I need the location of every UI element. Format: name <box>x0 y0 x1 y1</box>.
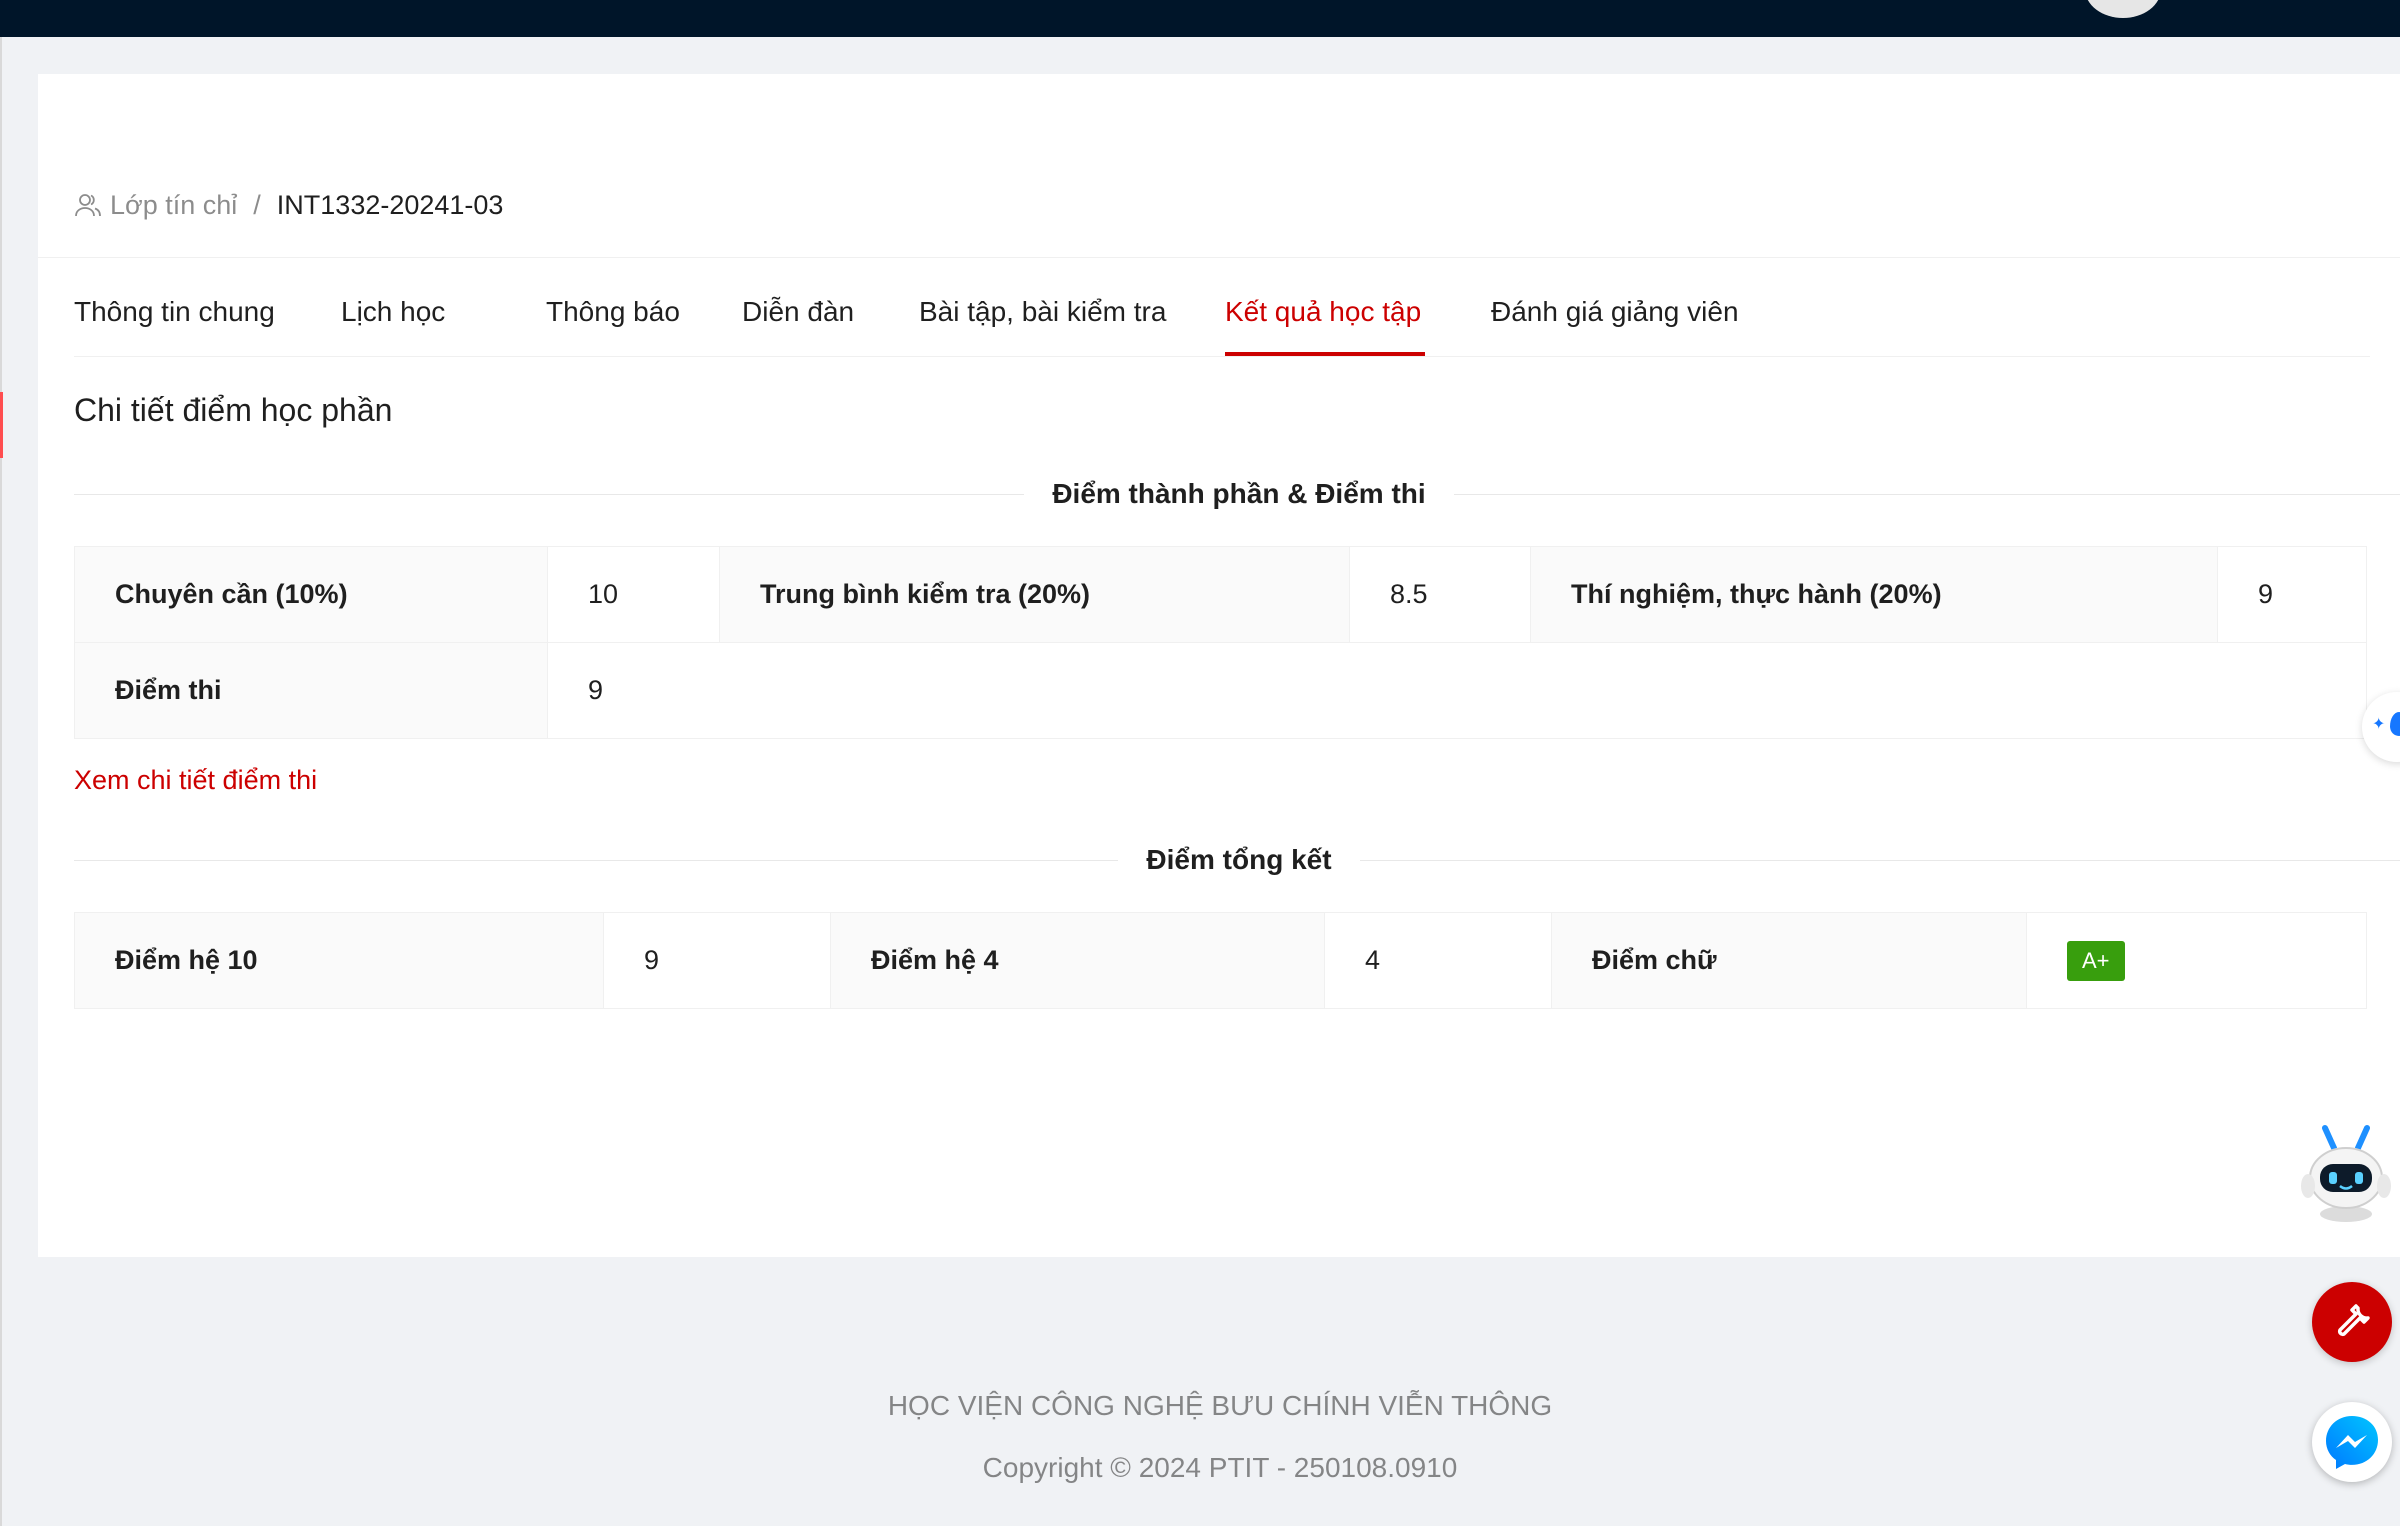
tab-forum[interactable]: Diễn đàn <box>742 258 854 356</box>
tab-announcements[interactable]: Thông báo <box>546 258 680 356</box>
sidebar-edge <box>0 37 2 1526</box>
tab-teacher-evaluation[interactable]: Đánh giá giảng viên <box>1491 258 1739 356</box>
footer-copyright: Copyright © 2024 PTIT - 250108.0910 <box>982 1452 1458 1483</box>
tab-bar: Thông tin chung Lịch học Thông báo Diễn … <box>74 258 2370 357</box>
tab-general-info[interactable]: Thông tin chung <box>74 258 275 356</box>
exam-detail-link[interactable]: Xem chi tiết điểm thi <box>74 765 317 796</box>
footer-org: HỌC VIỆN CÔNG NGHỆ BƯU CHÍNH VIỄN THÔNG <box>887 1390 1553 1421</box>
user-group-icon <box>74 191 102 219</box>
final-scores-heading: Điểm tổng kết <box>1118 844 1360 875</box>
table-row: Chuyên cần (10%) 10 Trung bình kiểm tra … <box>74 546 2367 643</box>
grade-badge: A+ <box>2067 940 2125 981</box>
table-row: Điểm thi 9 <box>74 642 2367 739</box>
component-scores-divider: Điểm thành phần & Điểm thi <box>74 474 2400 514</box>
wrench-icon[interactable] <box>2312 1282 2392 1362</box>
exam-score-value: 9 <box>547 642 2367 739</box>
lab-practice-label: Thí nghiệm, thực hành (20%) <box>1530 546 2218 643</box>
score-10-label: Điểm hệ 10 <box>74 912 604 1009</box>
avatar[interactable] <box>2085 0 2161 18</box>
table-row: Điểm hệ 10 9 Điểm hệ 4 4 Điểm chữ A+ <box>74 912 2367 1009</box>
top-navbar <box>0 0 2400 37</box>
exam-score-label: Điểm thi <box>74 642 548 739</box>
component-scores-table: Chuyên cần (10%) 10 Trung bình kiểm tra … <box>74 546 2367 739</box>
letter-grade-label: Điểm chữ <box>1551 912 2027 1009</box>
tab-results[interactable]: Kết quả học tập <box>1225 258 1421 356</box>
tab-assignments[interactable]: Bài tập, bài kiểm tra <box>919 258 1166 356</box>
page-title: Chi tiết điểm học phần <box>74 392 393 428</box>
attendance-label: Chuyên cần (10%) <box>74 546 548 643</box>
score-10-value: 9 <box>603 912 831 1009</box>
score-4-label: Điểm hệ 4 <box>830 912 1325 1009</box>
breadcrumb-separator: / <box>253 189 261 220</box>
sidebar-active-marker <box>0 392 3 458</box>
component-scores-heading: Điểm thành phần & Điểm thi <box>1024 478 1454 509</box>
lab-practice-value: 9 <box>2217 546 2367 643</box>
robot-assistant-icon[interactable] <box>2290 1120 2400 1230</box>
letter-grade-cell: A+ <box>2026 912 2367 1009</box>
attendance-value: 10 <box>547 546 720 643</box>
final-scores-divider: Điểm tổng kết <box>74 840 2400 880</box>
test-average-label: Trung bình kiểm tra (20%) <box>719 546 1350 643</box>
breadcrumb: Lớp tín chỉ / INT1332-20241-03 <box>74 185 503 225</box>
messenger-icon[interactable] <box>2312 1402 2392 1482</box>
breadcrumb-parent-link[interactable]: Lớp tín chỉ <box>110 190 237 221</box>
test-average-value: 8.5 <box>1349 546 1531 643</box>
breadcrumb-current: INT1332-20241-03 <box>276 189 504 220</box>
final-scores-table: Điểm hệ 10 9 Điểm hệ 4 4 Điểm chữ A+ <box>74 912 2367 1009</box>
score-4-value: 4 <box>1324 912 1552 1009</box>
tab-schedule[interactable]: Lịch học <box>341 258 445 356</box>
active-tab-indicator <box>1225 352 1425 356</box>
content-card: Lớp tín chỉ / INT1332-20241-03 Thông tin… <box>38 74 2400 1257</box>
